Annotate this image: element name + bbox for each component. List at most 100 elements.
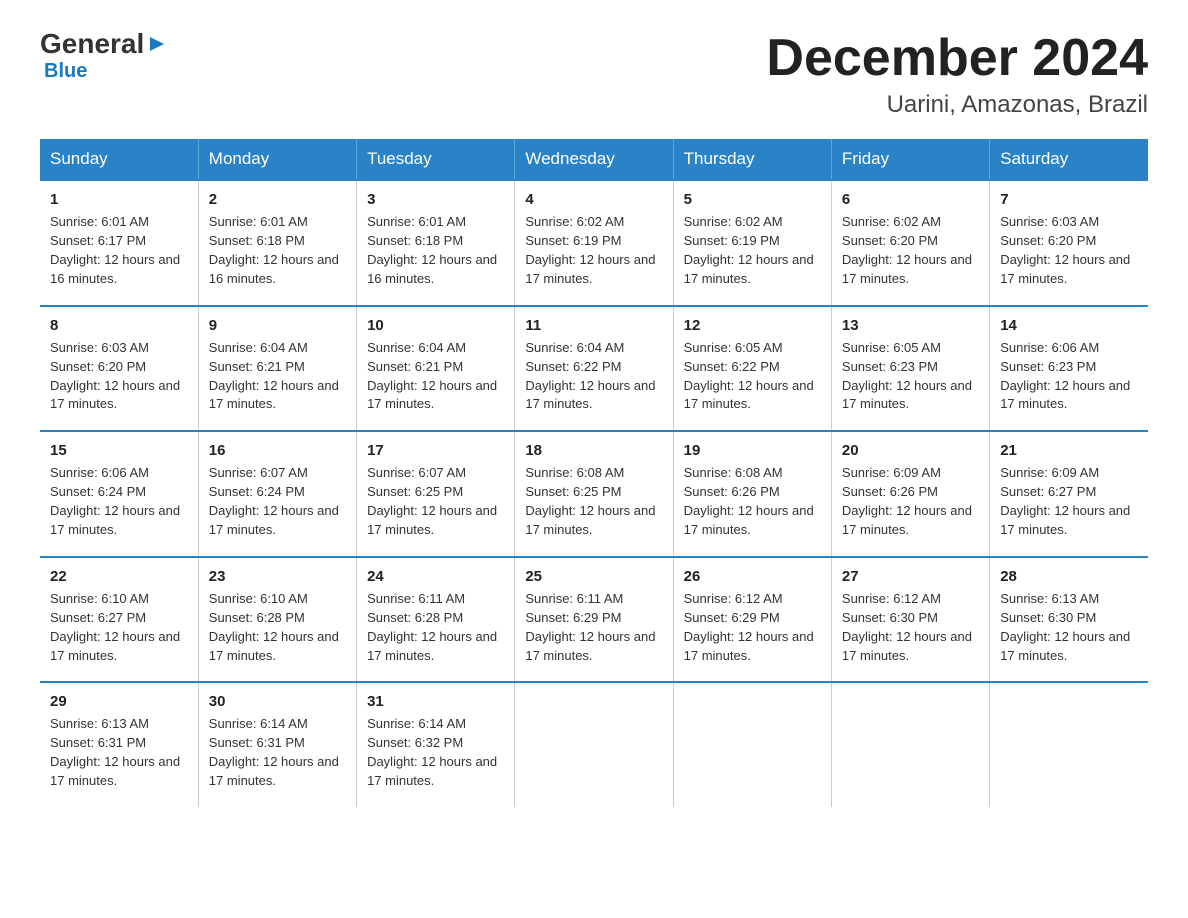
day-number: 8 <box>50 315 188 336</box>
title-block: December 2024 Uarini, Amazonas, Brazil <box>766 30 1148 119</box>
table-row: 10 Sunrise: 6:04 AM Sunset: 6:21 PM Dayl… <box>357 306 515 432</box>
day-daylight: Daylight: 12 hours and 17 minutes. <box>525 378 655 412</box>
logo: General Blue <box>40 30 168 83</box>
day-sunrise: Sunrise: 6:09 AM <box>1000 465 1099 480</box>
day-sunrise: Sunrise: 6:10 AM <box>50 591 149 606</box>
day-daylight: Daylight: 12 hours and 17 minutes. <box>525 503 655 537</box>
day-sunrise: Sunrise: 6:02 AM <box>525 214 624 229</box>
day-sunrise: Sunrise: 6:05 AM <box>684 340 783 355</box>
day-number: 15 <box>50 440 188 461</box>
day-number: 22 <box>50 566 188 587</box>
table-row: 8 Sunrise: 6:03 AM Sunset: 6:20 PM Dayli… <box>40 306 198 432</box>
day-number: 21 <box>1000 440 1138 461</box>
table-row: 11 Sunrise: 6:04 AM Sunset: 6:22 PM Dayl… <box>515 306 673 432</box>
table-row: 21 Sunrise: 6:09 AM Sunset: 6:27 PM Dayl… <box>990 431 1148 557</box>
day-sunrise: Sunrise: 6:09 AM <box>842 465 941 480</box>
day-sunrise: Sunrise: 6:12 AM <box>684 591 783 606</box>
calendar-title: December 2024 <box>766 30 1148 87</box>
table-row: 19 Sunrise: 6:08 AM Sunset: 6:26 PM Dayl… <box>673 431 831 557</box>
day-number: 31 <box>367 691 504 712</box>
day-sunset: Sunset: 6:25 PM <box>367 484 463 499</box>
day-sunset: Sunset: 6:18 PM <box>209 233 305 248</box>
day-sunrise: Sunrise: 6:07 AM <box>209 465 308 480</box>
day-daylight: Daylight: 12 hours and 17 minutes. <box>1000 503 1130 537</box>
day-sunrise: Sunrise: 6:10 AM <box>209 591 308 606</box>
day-number: 13 <box>842 315 979 336</box>
header-tuesday: Tuesday <box>357 139 515 180</box>
day-sunrise: Sunrise: 6:02 AM <box>842 214 941 229</box>
day-sunset: Sunset: 6:21 PM <box>367 359 463 374</box>
header-sunday: Sunday <box>40 139 198 180</box>
day-daylight: Daylight: 12 hours and 17 minutes. <box>684 378 814 412</box>
table-row: 25 Sunrise: 6:11 AM Sunset: 6:29 PM Dayl… <box>515 557 673 683</box>
day-daylight: Daylight: 12 hours and 16 minutes. <box>50 252 180 286</box>
table-row <box>515 682 673 807</box>
day-daylight: Daylight: 12 hours and 17 minutes. <box>367 629 497 663</box>
day-daylight: Daylight: 12 hours and 17 minutes. <box>842 503 972 537</box>
day-daylight: Daylight: 12 hours and 17 minutes. <box>367 378 497 412</box>
day-sunrise: Sunrise: 6:04 AM <box>209 340 308 355</box>
day-sunrise: Sunrise: 6:11 AM <box>367 591 465 606</box>
table-row: 12 Sunrise: 6:05 AM Sunset: 6:22 PM Dayl… <box>673 306 831 432</box>
table-row: 16 Sunrise: 6:07 AM Sunset: 6:24 PM Dayl… <box>198 431 356 557</box>
page-header: General Blue December 2024 Uarini, Amazo… <box>40 30 1148 119</box>
table-row: 24 Sunrise: 6:11 AM Sunset: 6:28 PM Dayl… <box>357 557 515 683</box>
table-row: 14 Sunrise: 6:06 AM Sunset: 6:23 PM Dayl… <box>990 306 1148 432</box>
day-daylight: Daylight: 12 hours and 17 minutes. <box>842 252 972 286</box>
day-sunrise: Sunrise: 6:12 AM <box>842 591 941 606</box>
day-daylight: Daylight: 12 hours and 16 minutes. <box>209 252 339 286</box>
day-number: 14 <box>1000 315 1138 336</box>
day-number: 1 <box>50 189 188 210</box>
day-sunset: Sunset: 6:28 PM <box>367 610 463 625</box>
day-sunset: Sunset: 6:30 PM <box>842 610 938 625</box>
day-sunrise: Sunrise: 6:04 AM <box>367 340 466 355</box>
day-daylight: Daylight: 12 hours and 16 minutes. <box>367 252 497 286</box>
day-number: 23 <box>209 566 346 587</box>
day-sunrise: Sunrise: 6:13 AM <box>50 716 149 731</box>
table-row: 28 Sunrise: 6:13 AM Sunset: 6:30 PM Dayl… <box>990 557 1148 683</box>
table-row <box>990 682 1148 807</box>
day-sunset: Sunset: 6:19 PM <box>684 233 780 248</box>
table-row: 15 Sunrise: 6:06 AM Sunset: 6:24 PM Dayl… <box>40 431 198 557</box>
day-sunset: Sunset: 6:20 PM <box>50 359 146 374</box>
day-daylight: Daylight: 12 hours and 17 minutes. <box>50 503 180 537</box>
table-row: 13 Sunrise: 6:05 AM Sunset: 6:23 PM Dayl… <box>831 306 989 432</box>
day-number: 29 <box>50 691 188 712</box>
calendar-week-row: 1 Sunrise: 6:01 AM Sunset: 6:17 PM Dayli… <box>40 180 1148 306</box>
day-sunset: Sunset: 6:30 PM <box>1000 610 1096 625</box>
day-number: 30 <box>209 691 346 712</box>
day-sunrise: Sunrise: 6:08 AM <box>525 465 624 480</box>
day-daylight: Daylight: 12 hours and 17 minutes. <box>209 503 339 537</box>
day-sunset: Sunset: 6:27 PM <box>50 610 146 625</box>
table-row: 2 Sunrise: 6:01 AM Sunset: 6:18 PM Dayli… <box>198 180 356 306</box>
day-sunset: Sunset: 6:28 PM <box>209 610 305 625</box>
day-number: 27 <box>842 566 979 587</box>
day-sunset: Sunset: 6:24 PM <box>209 484 305 499</box>
calendar-body: 1 Sunrise: 6:01 AM Sunset: 6:17 PM Dayli… <box>40 180 1148 807</box>
day-sunrise: Sunrise: 6:04 AM <box>525 340 624 355</box>
day-sunrise: Sunrise: 6:14 AM <box>209 716 308 731</box>
day-sunrise: Sunrise: 6:02 AM <box>684 214 783 229</box>
day-sunset: Sunset: 6:18 PM <box>367 233 463 248</box>
day-number: 18 <box>525 440 662 461</box>
day-daylight: Daylight: 12 hours and 17 minutes. <box>209 629 339 663</box>
table-row: 5 Sunrise: 6:02 AM Sunset: 6:19 PM Dayli… <box>673 180 831 306</box>
day-sunrise: Sunrise: 6:03 AM <box>50 340 149 355</box>
day-daylight: Daylight: 12 hours and 17 minutes. <box>50 378 180 412</box>
day-sunset: Sunset: 6:29 PM <box>684 610 780 625</box>
day-daylight: Daylight: 12 hours and 17 minutes. <box>209 754 339 788</box>
logo-arrow-icon <box>146 33 168 55</box>
day-sunrise: Sunrise: 6:06 AM <box>50 465 149 480</box>
day-daylight: Daylight: 12 hours and 17 minutes. <box>50 629 180 663</box>
table-row: 1 Sunrise: 6:01 AM Sunset: 6:17 PM Dayli… <box>40 180 198 306</box>
calendar-table: Sunday Monday Tuesday Wednesday Thursday… <box>40 139 1148 807</box>
table-row: 7 Sunrise: 6:03 AM Sunset: 6:20 PM Dayli… <box>990 180 1148 306</box>
day-daylight: Daylight: 12 hours and 17 minutes. <box>684 252 814 286</box>
day-number: 5 <box>684 189 821 210</box>
header-wednesday: Wednesday <box>515 139 673 180</box>
day-number: 10 <box>367 315 504 336</box>
day-daylight: Daylight: 12 hours and 17 minutes. <box>842 378 972 412</box>
day-sunset: Sunset: 6:24 PM <box>50 484 146 499</box>
day-number: 6 <box>842 189 979 210</box>
table-row: 29 Sunrise: 6:13 AM Sunset: 6:31 PM Dayl… <box>40 682 198 807</box>
